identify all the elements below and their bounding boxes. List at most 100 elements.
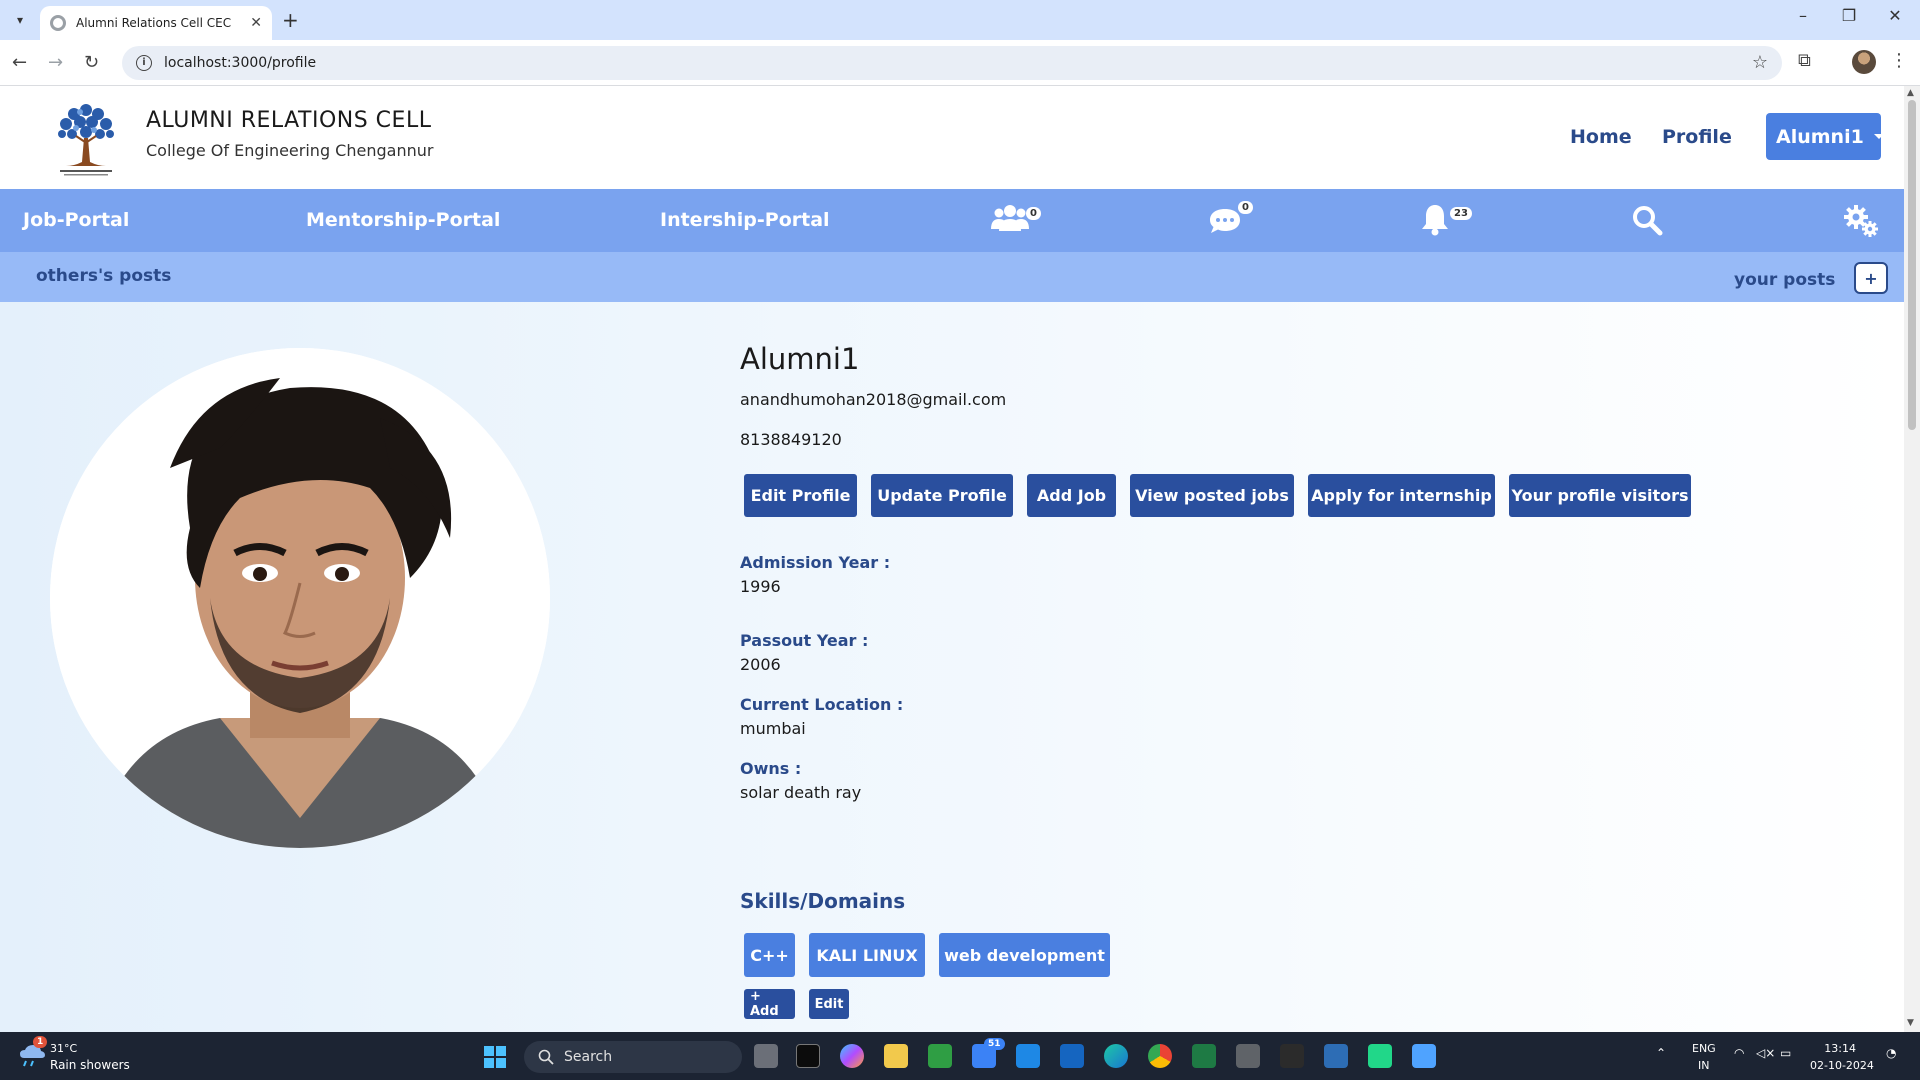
skill-chip[interactable]: C++ — [744, 933, 795, 977]
weather-rain-icon[interactable]: 1 — [18, 1036, 48, 1068]
address-url[interactable]: localhost:3000/profile — [164, 55, 316, 71]
apply-internship-button[interactable]: Apply for internship — [1308, 474, 1495, 517]
others-posts-link[interactable]: others's posts — [36, 266, 171, 286]
reload-icon[interactable]: ↻ — [84, 52, 99, 73]
user-dropdown-button[interactable]: Alumni1 — [1766, 113, 1884, 160]
back-icon[interactable]: ← — [12, 52, 27, 73]
nav-profile-link[interactable]: Profile — [1662, 126, 1732, 148]
scroll-up-icon[interactable]: ▲ — [1907, 88, 1914, 98]
region-indicator[interactable]: IN — [1698, 1059, 1709, 1072]
edit-profile-button[interactable]: Edit Profile — [744, 474, 857, 517]
copilot-icon[interactable] — [840, 1044, 864, 1068]
extensions-icon[interactable]: ⧉ — [1798, 50, 1811, 71]
tab-close-icon[interactable]: ✕ — [250, 15, 262, 31]
chrome-icon[interactable] — [1148, 1044, 1172, 1068]
passout-year-value: 2006 — [740, 655, 781, 674]
notifications-button[interactable]: 23 — [1420, 199, 1472, 241]
notifications-count-badge: 23 — [1450, 207, 1472, 220]
vscode-icon[interactable] — [1016, 1044, 1040, 1068]
browser-toolbar: ← → ↻ i localhost:3000/profile ☆ ⧉ ⋮ — [0, 40, 1920, 86]
admission-year-label: Admission Year : — [740, 553, 891, 572]
browser-profile-avatar[interactable] — [1852, 50, 1876, 74]
notification-bell-icon[interactable]: ◔ — [1886, 1046, 1896, 1060]
weather-badge: 1 — [33, 1036, 48, 1048]
taskbar-search-label: Search — [564, 1049, 613, 1065]
weather-description[interactable]: Rain showers — [50, 1058, 130, 1072]
skills-heading: Skills/Domains — [740, 889, 906, 913]
scroll-down-icon[interactable]: ▼ — [1907, 1018, 1914, 1028]
site-subtitle: College Of Engineering Chengannur — [146, 141, 434, 160]
internship-portal-link[interactable]: Intership-Portal — [660, 209, 830, 231]
edit-skills-button[interactable]: Edit — [809, 989, 849, 1019]
friends-button[interactable]: 0 — [990, 199, 1041, 241]
update-profile-button[interactable]: Update Profile — [871, 474, 1013, 517]
users-group-icon — [991, 205, 1029, 231]
address-bar[interactable]: i localhost:3000/profile ☆ — [122, 46, 1782, 80]
volume-muted-icon[interactable]: ◁× — [1756, 1046, 1775, 1060]
store-app-icon[interactable] — [928, 1044, 952, 1068]
windows-start-icon[interactable] — [484, 1046, 506, 1068]
add-job-button[interactable]: Add Job — [1027, 474, 1116, 517]
add-post-button[interactable]: + — [1854, 262, 1888, 294]
tab-search-chevron-icon[interactable]: ▾ — [8, 8, 32, 32]
profile-email: anandhumohan2018@gmail.com — [740, 390, 1007, 409]
mail-icon[interactable]: 51 — [972, 1038, 1005, 1068]
skill-chip[interactable]: KALI LINUX — [809, 933, 925, 977]
minimize-icon[interactable]: – — [1780, 6, 1826, 25]
your-posts-link[interactable]: your posts — [1734, 270, 1835, 290]
chat-bubble-icon — [1210, 209, 1240, 233]
excel-icon[interactable] — [1192, 1044, 1216, 1068]
site-info-icon[interactable]: i — [136, 55, 152, 71]
current-location-value: mumbai — [740, 719, 806, 738]
forward-icon[interactable]: → — [48, 52, 63, 73]
bell-icon — [1422, 205, 1448, 236]
window-close-icon[interactable]: ✕ — [1872, 6, 1918, 25]
search-button[interactable] — [1630, 199, 1678, 241]
battery-icon[interactable]: ▭ — [1780, 1046, 1791, 1060]
clock-time[interactable]: 13:14 — [1812, 1042, 1856, 1055]
mentorship-portal-link[interactable]: Mentorship-Portal — [306, 209, 500, 231]
admission-year-value: 1996 — [740, 577, 781, 596]
windows-taskbar: 1 31°C Rain showers Search 51 ⌃ ENG IN ◠… — [0, 1032, 1920, 1080]
restore-icon[interactable]: ❐ — [1826, 6, 1872, 25]
gears-icon — [1844, 205, 1878, 237]
browser-menu-icon[interactable]: ⋮ — [1890, 50, 1908, 71]
wifi-icon[interactable]: ◠ — [1734, 1046, 1744, 1060]
messages-button[interactable]: 0 — [1208, 199, 1256, 241]
pycharm-icon[interactable] — [1368, 1044, 1392, 1068]
language-indicator[interactable]: ENG — [1692, 1042, 1716, 1055]
messages-count-badge: 0 — [1238, 201, 1253, 214]
nav-home-link[interactable]: Home — [1570, 126, 1632, 148]
weather-temperature[interactable]: 31°C — [50, 1042, 77, 1055]
notepad-icon[interactable] — [1412, 1044, 1436, 1068]
alumni-tree-logo[interactable] — [46, 96, 126, 178]
portal-navbar: Job-Portal Mentorship-Portal Intership-P… — [0, 189, 1904, 252]
clock-date[interactable]: 02-10-2024 — [1810, 1059, 1874, 1072]
add-skill-button[interactable]: + Add — [744, 989, 795, 1019]
browser-tab[interactable]: Alumni Relations Cell CEC ✕ — [40, 6, 272, 40]
search-icon — [1633, 206, 1663, 236]
mail-badge: 51 — [984, 1038, 1005, 1050]
edge-icon[interactable] — [1104, 1044, 1128, 1068]
page-scrollbar[interactable]: ▲ ▼ — [1904, 86, 1920, 1032]
skill-chip[interactable]: web development — [939, 933, 1110, 977]
terminal-icon[interactable] — [796, 1044, 820, 1068]
settings-button[interactable] — [1842, 199, 1890, 241]
tray-overflow-icon[interactable]: ⌃ — [1656, 1046, 1666, 1060]
app-icon[interactable] — [1236, 1044, 1260, 1068]
owns-value: solar death ray — [740, 783, 862, 802]
app-icon[interactable] — [1324, 1044, 1348, 1068]
passout-year-label: Passout Year : — [740, 631, 869, 650]
taskbar-search[interactable]: Search — [524, 1041, 742, 1073]
bookmark-star-icon[interactable]: ☆ — [1752, 52, 1768, 73]
scroll-thumb[interactable] — [1908, 100, 1916, 430]
app-icon[interactable] — [1060, 1044, 1084, 1068]
file-explorer-icon[interactable] — [884, 1044, 908, 1068]
job-portal-link[interactable]: Job-Portal — [23, 209, 129, 231]
profile-visitors-button[interactable]: Your profile visitors — [1509, 474, 1691, 517]
new-tab-icon[interactable]: + — [282, 8, 299, 32]
app-icon[interactable] — [1280, 1044, 1304, 1068]
task-view-icon[interactable] — [754, 1044, 778, 1068]
view-posted-jobs-button[interactable]: View posted jobs — [1130, 474, 1294, 517]
search-icon — [538, 1049, 554, 1065]
